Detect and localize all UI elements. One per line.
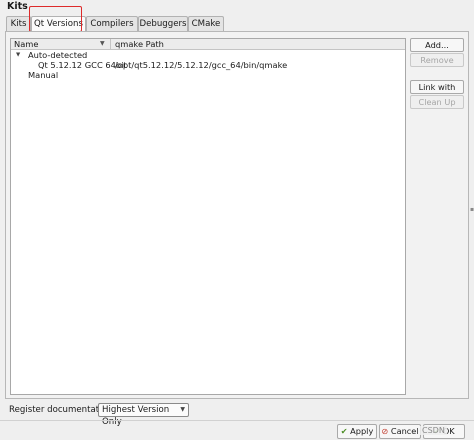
column-header-qmake-path[interactable]: qmake Path bbox=[111, 39, 164, 49]
tab-cmake[interactable]: CMake bbox=[188, 16, 224, 31]
expand-arrow-icon[interactable]: ▼ bbox=[16, 50, 20, 60]
tree-row-label: Manual bbox=[28, 70, 59, 80]
clean-up-button[interactable]: Clean Up bbox=[410, 95, 464, 109]
apply-button[interactable]: ✔ Apply bbox=[337, 424, 377, 439]
tree-row-label: Auto-detected bbox=[28, 50, 88, 60]
link-with-qt-button[interactable]: Link with Qt... bbox=[410, 80, 464, 104]
qt-versions-tree[interactable]: Name ▼ qmake Path ▼ Auto-detected Qt 5.1… bbox=[10, 38, 406, 395]
register-documentation-select[interactable]: Highest Version Only ▼ bbox=[98, 403, 189, 427]
cancel-button[interactable]: ⊘ Cancel bbox=[379, 424, 421, 439]
qt-version-name: Qt 5.12.12 GCC 64bit bbox=[38, 60, 127, 70]
remove-button[interactable]: Remove bbox=[410, 53, 464, 67]
watermark: CSDN bbox=[420, 426, 447, 435]
tree-row-qt-version[interactable]: Qt 5.12.12 GCC 64bit /opt/qt5.12.12/5.12… bbox=[11, 60, 405, 70]
column-header-name-label: Name bbox=[14, 39, 39, 49]
tab-kits[interactable]: Kits bbox=[6, 16, 31, 31]
tree-row-auto-detected[interactable]: ▼ Auto-detected bbox=[11, 50, 405, 60]
column-header-name[interactable]: Name bbox=[11, 39, 111, 49]
sort-indicator-icon: ▼ bbox=[100, 40, 105, 47]
register-documentation-value: Highest Version Only bbox=[102, 405, 170, 427]
chevron-down-icon: ▼ bbox=[180, 406, 185, 413]
tab-compilers[interactable]: Compilers bbox=[86, 16, 138, 31]
cancel-label: Cancel bbox=[390, 426, 419, 436]
tree-row-manual[interactable]: Manual bbox=[11, 70, 405, 80]
add-button[interactable]: Add... bbox=[410, 38, 464, 52]
scroll-indicator-icon: ▪ bbox=[470, 206, 474, 213]
qmake-path: /opt/qt5.12.12/5.12.12/gcc_64/bin/qmake bbox=[115, 60, 288, 70]
footer-divider bbox=[0, 420, 474, 421]
tab-debuggers[interactable]: Debuggers bbox=[138, 16, 188, 31]
checkmark-icon: ✔ bbox=[340, 426, 348, 436]
qt-versions-panel: Name ▼ qmake Path ▼ Auto-detected Qt 5.1… bbox=[5, 31, 469, 399]
section-title: Kits bbox=[7, 1, 28, 12]
tree-header: Name ▼ qmake Path bbox=[11, 39, 405, 50]
highlight-annotation bbox=[29, 6, 82, 32]
cancel-icon: ⊘ bbox=[381, 426, 389, 436]
apply-label: Apply bbox=[350, 426, 374, 436]
